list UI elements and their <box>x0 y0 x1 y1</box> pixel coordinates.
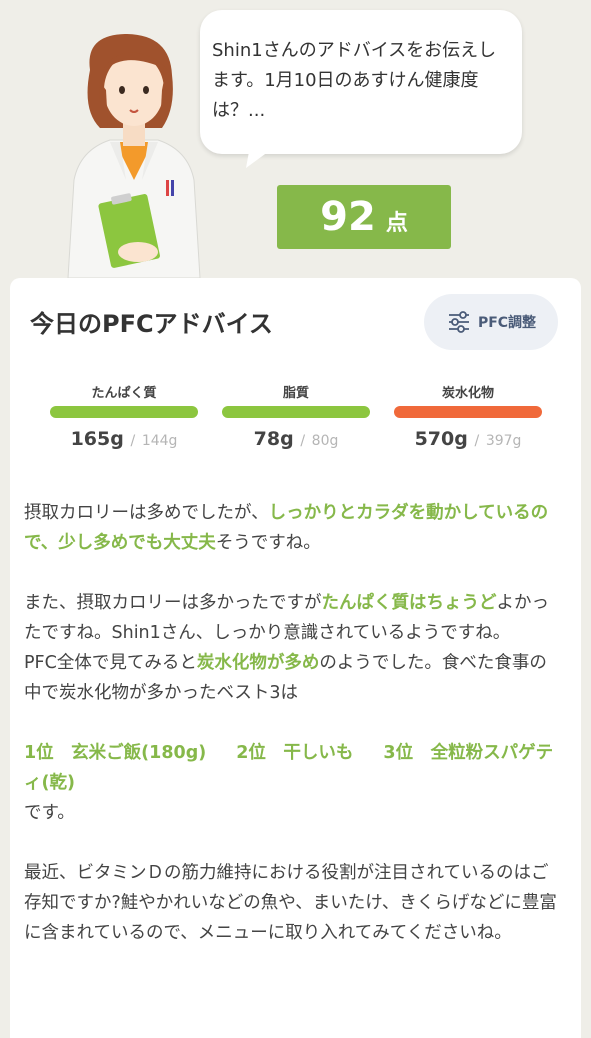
ranking-item: 1位 玄米ご飯(180g) <box>24 743 207 763</box>
sliders-icon <box>448 311 469 333</box>
advice-body: 摂取カロリーは多めでしたが、しっかりとカラダを動かしているので、少し多めでも大丈… <box>24 498 564 948</box>
nutrient-target: 80g <box>311 433 339 449</box>
health-score-badge: 92 点 <box>277 185 451 249</box>
advice-highlight: たんぱく質はちょうど <box>321 593 497 613</box>
advice-paragraph: PFC全体で見てみると炭水化物が多めのようでした。食べた食事の中で炭水化物が多か… <box>24 648 564 708</box>
advice-paragraph: 摂取カロリーは多めでしたが、しっかりとカラダを動かしているので、少し多めでも大丈… <box>24 498 564 558</box>
nutrient-separator: / <box>130 433 136 449</box>
nutrient-fat: 脂質 78g / 80g <box>222 382 370 450</box>
nutrient-label: 脂質 <box>282 386 309 401</box>
pfc-adjust-label: PFC調整 <box>477 315 537 331</box>
advice-text: 摂取カロリーは多めでしたが、 <box>24 503 269 523</box>
nutrient-target: 144g <box>141 433 178 449</box>
advisor-avatar <box>67 34 201 278</box>
advice-intro-text: Shin1さんのアドバイスをお伝えします。1月10日のあすけん健康度は？... <box>212 40 497 121</box>
nutrient-label: 炭水化物 <box>441 386 494 401</box>
nutrient-value: 570g <box>414 428 468 450</box>
advisor-header: Shin1さんのアドバイスをお伝えします。1月10日のあすけん健康度は？... … <box>0 0 591 278</box>
pfc-advice-card: 今日のPFCアドバイス PFC調整 たんぱく質 165g / 144g 脂質 7 <box>10 278 581 1038</box>
nutrient-bar <box>50 406 198 418</box>
nutrient-protein: たんぱく質 165g / 144g <box>50 382 198 450</box>
advice-highlight: 炭水化物が多め <box>196 653 320 673</box>
advice-paragraph: です。 <box>24 803 75 823</box>
nutrient-value: 165g <box>70 428 124 450</box>
nutrient-bar <box>222 406 370 418</box>
pfc-adjust-button[interactable]: PFC調整 <box>424 294 558 350</box>
nutrient-separator: / <box>300 433 306 449</box>
advice-paragraph: 最近、ビタミンＤの筋力維持における役割が注目されているのはご存知ですか?鮭やかれ… <box>24 863 557 943</box>
nutrient-value: 78g <box>253 428 294 450</box>
speech-bubble-tail <box>246 146 276 168</box>
advice-text: また、摂取カロリーは多かったですが <box>24 593 322 613</box>
carb-ranking: 1位 玄米ご飯(180g) 2位 干しいも 3位 全粒粉スパゲティ(乾) <box>24 738 564 798</box>
card-title: 今日のPFCアドバイス <box>30 310 273 338</box>
health-score-value: 92 <box>320 194 376 240</box>
nutrient-separator: / <box>474 433 480 449</box>
advice-text: PFC全体で見てみると <box>24 653 197 673</box>
advice-speech-bubble: Shin1さんのアドバイスをお伝えします。1月10日のあすけん健康度は？... <box>200 10 522 154</box>
nutrient-target: 397g <box>485 433 522 449</box>
nutrient-bar <box>394 406 542 418</box>
nutrient-label: たんぱく質 <box>91 386 157 401</box>
nutrient-carbs: 炭水化物 570g / 397g <box>394 382 542 450</box>
health-score-unit: 点 <box>385 211 408 236</box>
ranking-item: 2位 干しいも <box>236 743 354 763</box>
advice-paragraph: また、摂取カロリーは多かったですがたんぱく質はちょうどよかったですね。Shin1… <box>24 588 564 648</box>
advice-text: そうですね。 <box>215 533 321 553</box>
